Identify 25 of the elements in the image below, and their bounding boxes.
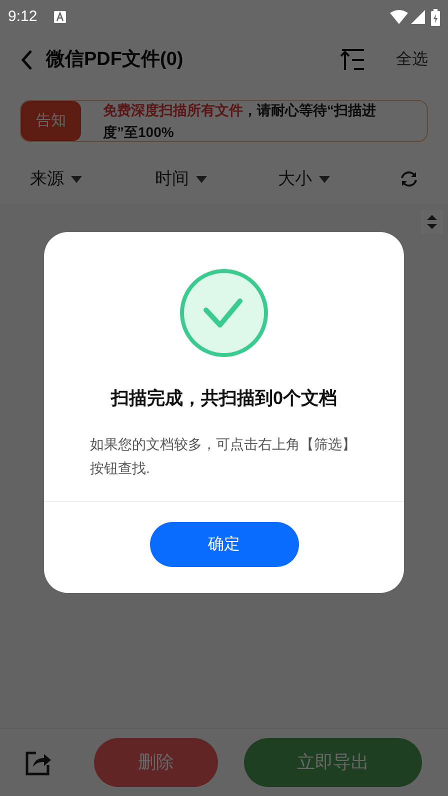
caret-icon bbox=[196, 176, 207, 182]
status-time: 9:12 bbox=[8, 6, 38, 27]
dialog-message: 如果您的文档较多，可点击右上角【筛选】按钮查找. bbox=[89, 435, 357, 478]
notice-text: 免费深度扫描所有文件，请耐心等待“扫描进度”至100% bbox=[103, 101, 377, 141]
battery-icon bbox=[431, 8, 440, 26]
delete-button[interactable]: 删除 bbox=[94, 738, 218, 787]
wifi-icon bbox=[390, 10, 408, 24]
share-icon[interactable] bbox=[24, 750, 52, 776]
select-all-button[interactable]: 全选 bbox=[396, 48, 428, 72]
filter-dropdown[interactable]: 大小 bbox=[278, 166, 398, 192]
notice-tag: 告知 bbox=[21, 101, 81, 141]
dialog-title: 扫描完成，共扫描到0个文档 bbox=[110, 387, 337, 410]
confirm-button[interactable]: 确定 bbox=[150, 522, 298, 567]
back-icon[interactable] bbox=[20, 49, 34, 71]
filter-dropdown[interactable]: 时间 bbox=[155, 166, 278, 192]
sort-icon[interactable] bbox=[340, 48, 366, 72]
check-circle-icon bbox=[179, 268, 269, 358]
caret-icon bbox=[71, 176, 82, 182]
export-button[interactable]: 立即导出 bbox=[244, 738, 422, 787]
page-title: 微信PDF文件(0) bbox=[46, 48, 184, 72]
filter-dropdown[interactable]: 来源 bbox=[30, 166, 155, 192]
caret-icon bbox=[319, 176, 330, 182]
signal-icon bbox=[411, 10, 425, 24]
keyboard-icon bbox=[54, 11, 66, 23]
refresh-icon[interactable] bbox=[400, 170, 418, 188]
